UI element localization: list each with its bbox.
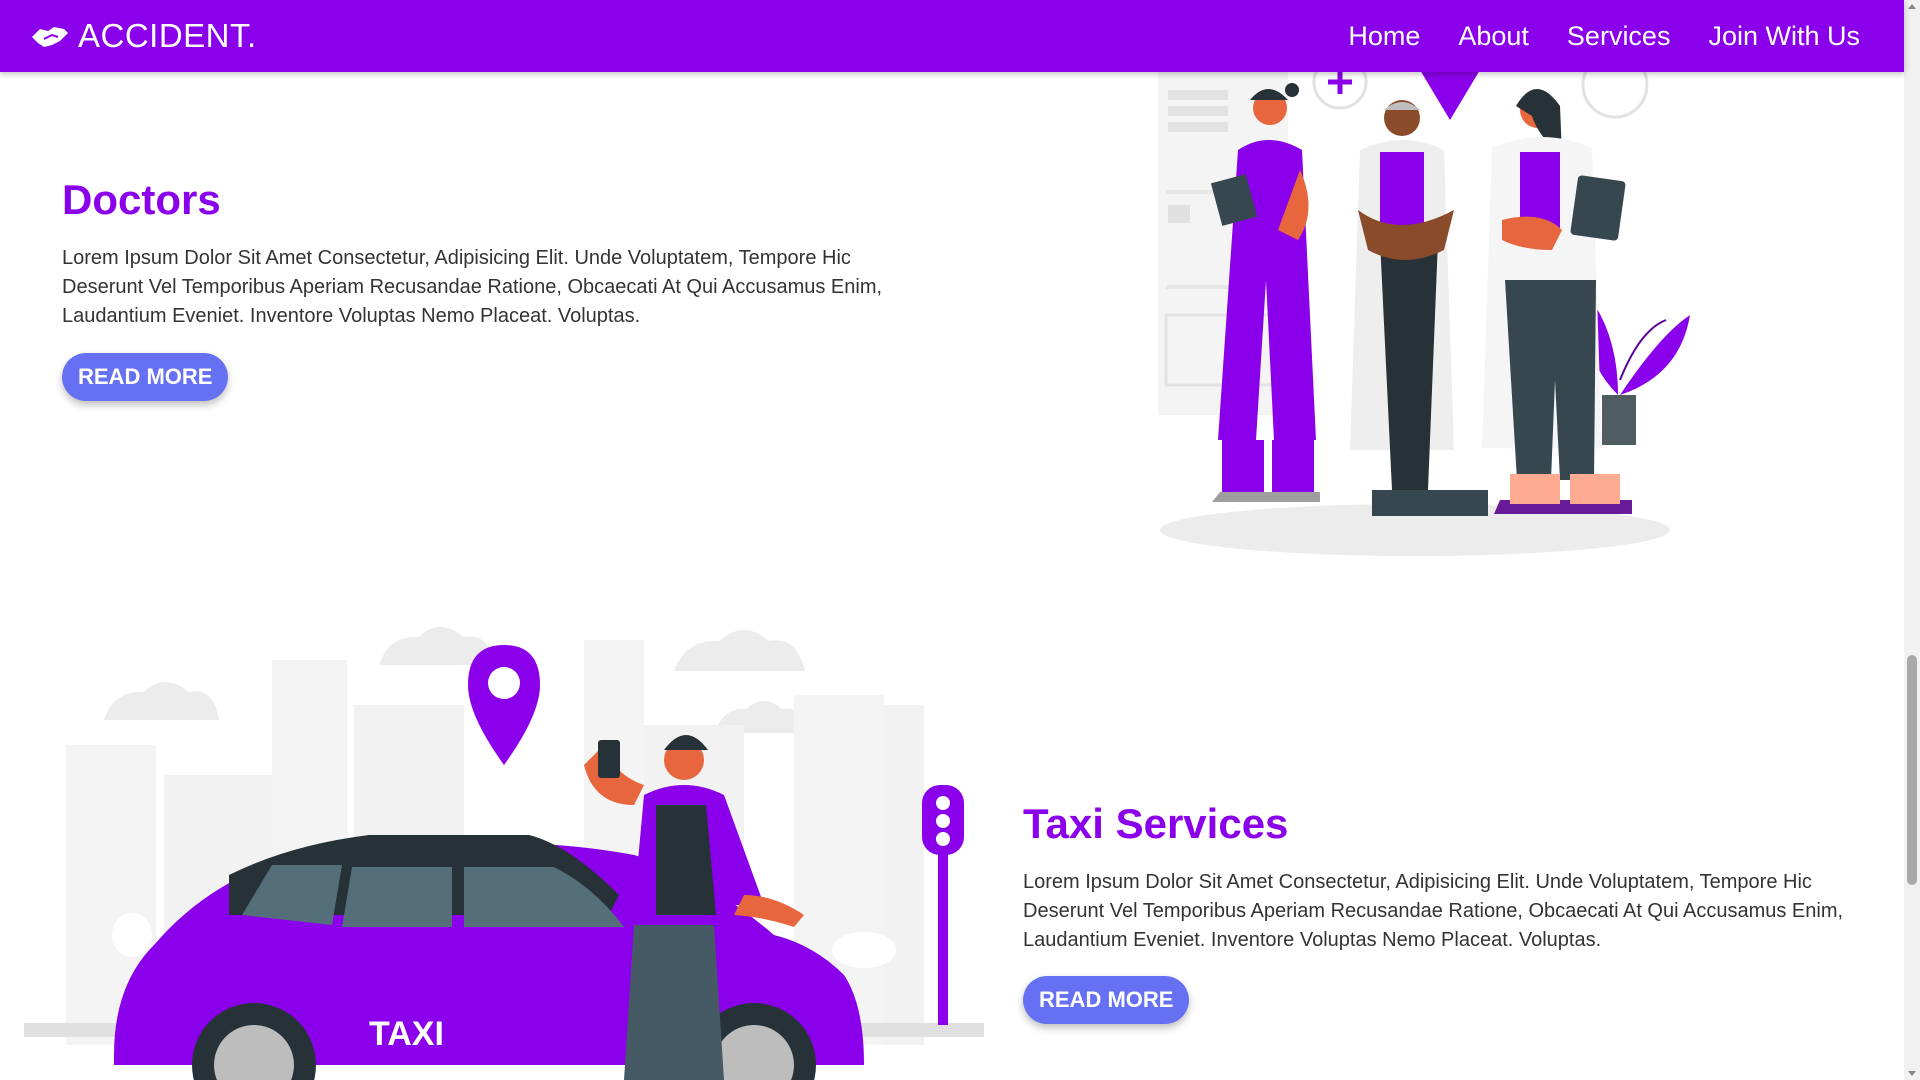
doctors-illustration (1158, 60, 1690, 556)
scroll-up-arrow-icon[interactable] (1908, 4, 1916, 9)
section-description: Lorem Ipsum Dolor Sit Amet Consectetur, … (62, 247, 883, 327)
nav-join[interactable]: Join With Us (1708, 21, 1860, 52)
taxi-illustration: TAXI (24, 627, 984, 1080)
brand-name: ACCIDENT. (78, 17, 257, 54)
main-nav: Home About Services Join With Us (1310, 0, 1860, 72)
nav-about[interactable]: About (1458, 21, 1529, 52)
nav-services[interactable]: Services (1567, 21, 1671, 52)
navbar: ACCIDENT. Home About Services Join With … (0, 0, 1904, 72)
nav-home[interactable]: Home (1348, 21, 1420, 52)
handshake-icon (32, 27, 68, 47)
doctors-section: Doctors Lorem Ipsum Dolor Sit Amet Conse… (62, 176, 892, 331)
map-pin-icon (468, 645, 540, 765)
doctors-read-more-button[interactable]: READ MORE (62, 353, 229, 401)
brand-logo[interactable]: ACCIDENT. (30, 14, 257, 58)
scroll-thumb[interactable] (1907, 655, 1917, 885)
section-title: Doctors (62, 176, 221, 223)
scroll-down-arrow-icon[interactable] (1908, 1071, 1916, 1076)
taxi-label: TAXI (369, 1015, 444, 1053)
section-title: Taxi Services (1023, 800, 1289, 847)
section-description: Lorem Ipsum Dolor Sit Amet Consectetur, … (1023, 871, 1844, 951)
taxi-section: Taxi Services Lorem Ipsum Dolor Sit Amet… (1023, 800, 1863, 955)
taxi-read-more-button[interactable]: READ MORE (1023, 976, 1190, 1024)
page-scrollbar[interactable] (1904, 0, 1920, 1080)
